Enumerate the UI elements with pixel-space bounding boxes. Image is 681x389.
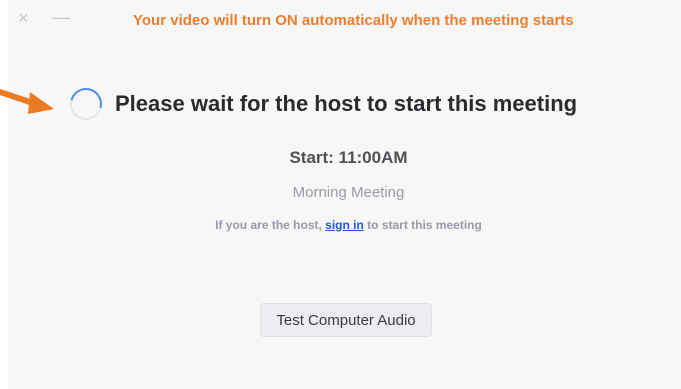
host-line-suffix: to start this meeting [363,218,482,232]
sign-in-link[interactable]: sign in [325,218,364,232]
minimize-icon[interactable]: — [52,7,70,27]
host-sign-in-line: If you are the host, sign in to start th… [8,218,681,232]
meeting-name: Morning Meeting [292,184,405,201]
video-auto-on-banner: Your video will turn ON automatically wh… [133,12,574,29]
page-title: Please wait for the host to start this m… [115,91,578,116]
test-computer-audio-button[interactable]: Test Computer Audio [260,303,432,337]
meeting-start-time: Start: 11:00AM [289,148,408,167]
orange-arrow-icon [0,88,54,114]
host-line-prefix: If you are the host, [215,218,326,232]
loading-spinner-icon [70,88,102,120]
close-icon[interactable]: × [18,8,29,28]
meeting-wait-window: × — Your video will turn ON automaticall… [8,0,681,389]
